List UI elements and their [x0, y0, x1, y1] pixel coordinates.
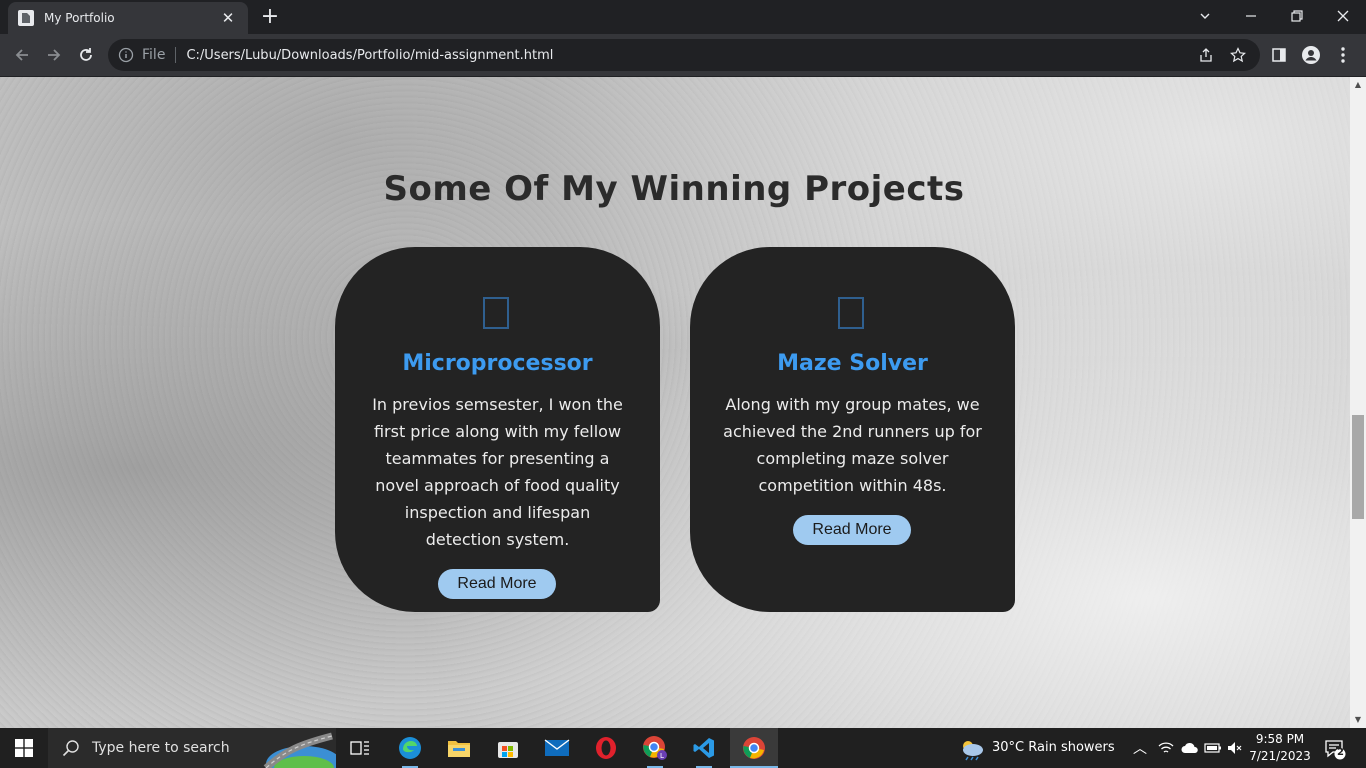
site-info-icon[interactable] — [118, 47, 134, 63]
read-more-button[interactable]: Read More — [438, 569, 556, 599]
volume-muted-icon[interactable] — [1227, 741, 1243, 755]
close-window-button[interactable] — [1320, 0, 1366, 32]
show-hidden-icons-chevron-icon[interactable]: ︿ — [1133, 738, 1147, 758]
clock-date: 7/21/2023 — [1249, 749, 1311, 763]
card-title: Microprocessor — [402, 351, 593, 376]
taskbar-search-box[interactable]: Type here to search — [48, 728, 336, 768]
scheme-label: File — [142, 47, 166, 63]
project-card-maze-solver: Maze Solver Along with my group mates, w… — [690, 247, 1015, 612]
browser-toolbar: File C:/Users/Lubu/Downloads/Portfolio/m… — [0, 34, 1366, 76]
task-view-icon[interactable] — [340, 732, 380, 764]
onedrive-cloud-icon[interactable] — [1181, 742, 1199, 754]
card-title: Maze Solver — [777, 351, 928, 376]
battery-icon[interactable] — [1204, 742, 1222, 754]
placeholder-glyph-icon — [838, 297, 864, 329]
profile-avatar-icon[interactable] — [1301, 45, 1321, 65]
svg-text:L: L — [660, 752, 664, 760]
mail-icon[interactable] — [537, 732, 577, 764]
opera-browser-icon[interactable] — [586, 732, 626, 764]
browser-tab[interactable]: My Portfolio ✕ — [8, 2, 248, 34]
side-panel-icon[interactable] — [1269, 45, 1289, 65]
file-explorer-icon[interactable] — [439, 732, 479, 764]
start-button[interactable] — [0, 728, 48, 768]
placeholder-glyph-icon — [483, 297, 509, 329]
page-favicon-icon — [18, 10, 34, 26]
notification-count-badge: 2 — [1337, 747, 1344, 758]
back-button[interactable] — [10, 43, 34, 67]
restore-button[interactable] — [1274, 0, 1320, 32]
page-scrollbar[interactable]: ▲ ▼ — [1350, 77, 1366, 728]
reload-button[interactable] — [74, 43, 98, 67]
scroll-down-arrow-icon[interactable]: ▼ — [1354, 716, 1362, 724]
section-title: Some Of My Winning Projects — [383, 169, 965, 209]
search-placeholder: Type here to search — [92, 740, 230, 756]
vscode-icon[interactable] — [684, 732, 724, 768]
minimize-button[interactable] — [1228, 0, 1274, 32]
chrome-active-icon[interactable] — [730, 728, 778, 768]
microsoft-store-icon[interactable] — [488, 732, 528, 764]
search-highlight-illustration-icon — [263, 732, 336, 768]
network-wifi-icon[interactable] — [1158, 741, 1174, 755]
page-viewport: Some Of My Winning Projects Microprocess… — [0, 77, 1350, 728]
card-description: Along with my group mates, we achieved t… — [723, 395, 982, 495]
read-more-button[interactable]: Read More — [793, 515, 911, 545]
chrome-profile-icon[interactable]: L — [635, 732, 675, 768]
tab-close-icon[interactable]: ✕ — [218, 9, 238, 27]
weather-text[interactable]: 30°C Rain showers — [992, 740, 1115, 755]
forward-button[interactable] — [42, 43, 66, 67]
edge-browser-icon[interactable] — [390, 732, 430, 768]
clock-time: 9:58 PM — [1255, 732, 1305, 746]
address-bar[interactable]: File C:/Users/Lubu/Downloads/Portfolio/m… — [108, 39, 1260, 71]
windows-taskbar: Type here to search L 30°C Rain showers … — [0, 728, 1366, 768]
card-description: In previos semsester, I won the first pr… — [372, 395, 623, 549]
scrollbar-thumb[interactable] — [1352, 415, 1364, 519]
scroll-up-arrow-icon[interactable]: ▲ — [1354, 81, 1362, 89]
tab-search-chevron-icon[interactable] — [1182, 0, 1228, 32]
project-card-microprocessor: Microprocessor In previos semsester, I w… — [335, 247, 660, 612]
browser-tab-strip: My Portfolio ✕ + — [0, 0, 1366, 34]
bookmark-star-icon[interactable] — [1230, 47, 1246, 63]
share-icon[interactable] — [1198, 47, 1214, 63]
url-text[interactable]: C:/Users/Lubu/Downloads/Portfolio/mid-as… — [186, 48, 553, 63]
omnibox-divider — [175, 47, 177, 63]
browser-menu-icon[interactable] — [1333, 45, 1353, 65]
search-icon — [62, 740, 79, 757]
weather-rain-icon[interactable] — [958, 737, 986, 761]
windows-logo-icon — [15, 739, 33, 757]
tab-title: My Portfolio — [44, 11, 115, 25]
new-tab-button[interactable]: + — [258, 5, 282, 29]
taskbar-clock[interactable]: 9:58 PM 7/21/2023 — [1244, 731, 1316, 765]
